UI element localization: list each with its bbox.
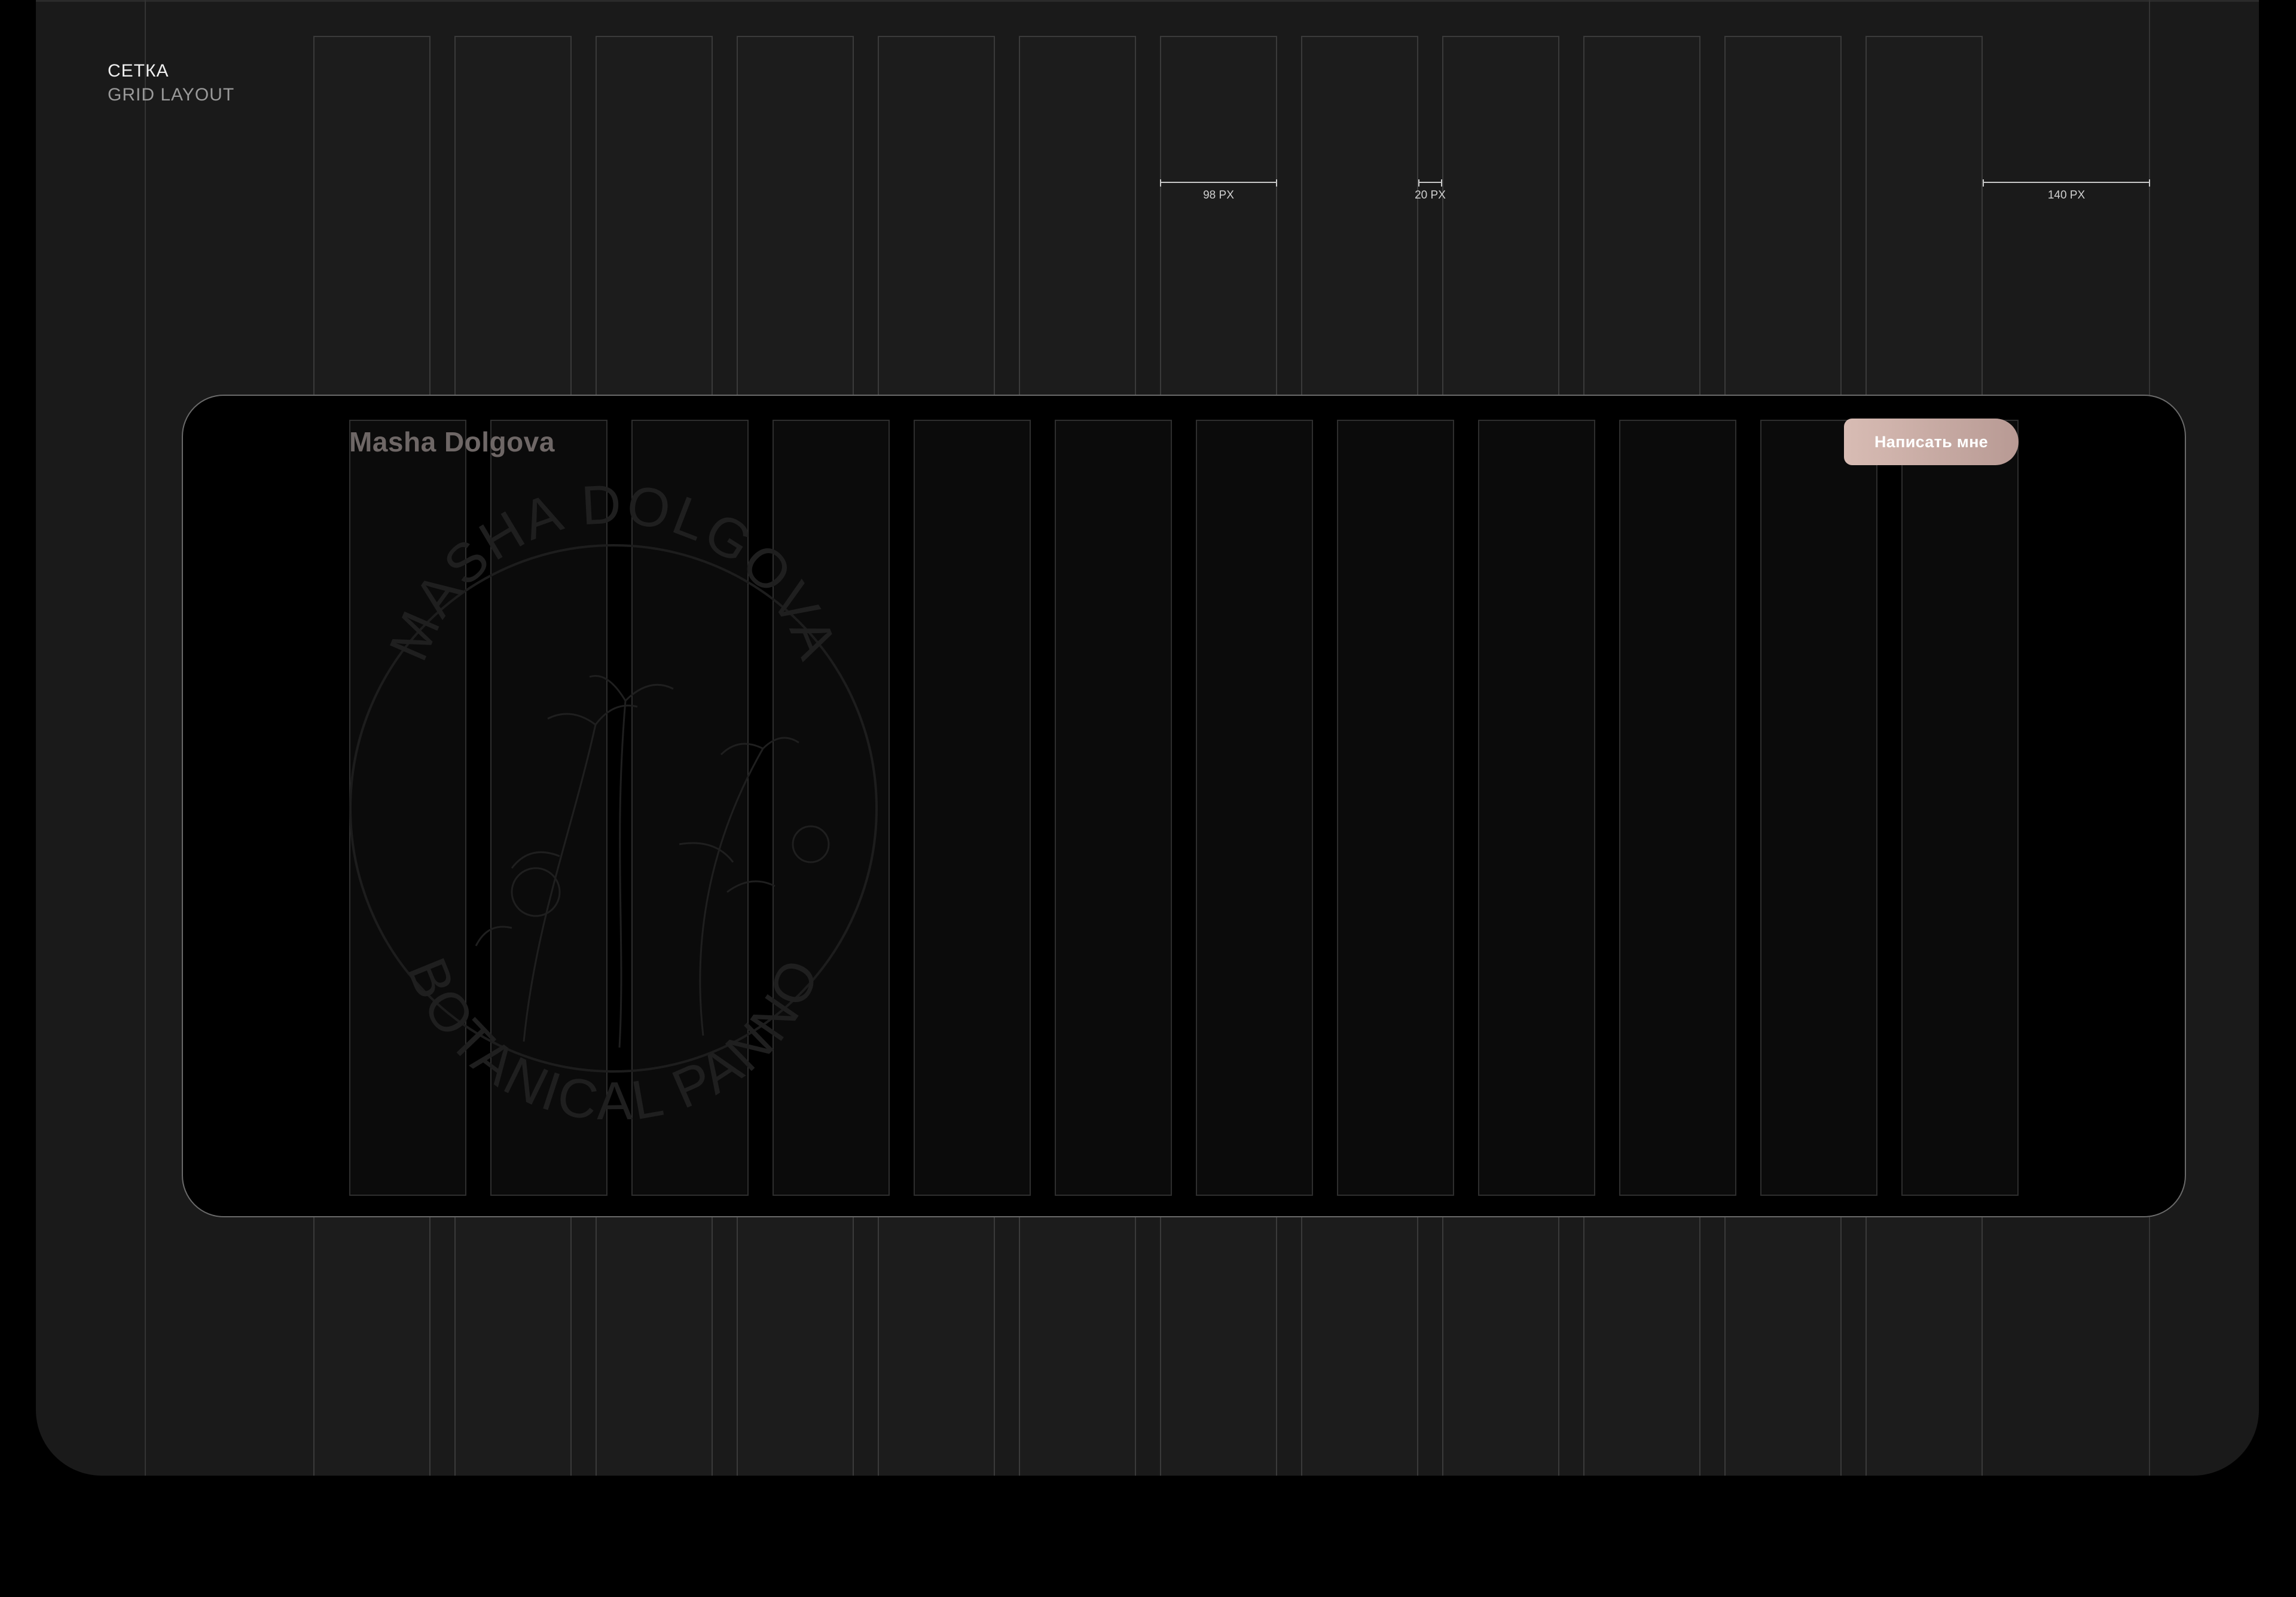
contact-me-button[interactable]: Написать мне bbox=[1844, 419, 2019, 465]
website-mockup-frame: MASHA DOLGOVA BOTANICAL PANNO Masha Dolg… bbox=[182, 395, 2186, 1217]
svg-text:BOTANICAL PANNO: BOTANICAL PANNO bbox=[396, 949, 832, 1119]
margin-label: 140 PX bbox=[2047, 189, 2086, 201]
mockup-grid-column bbox=[1337, 420, 1454, 1196]
grid-board: СЕТКА GRID LAYOUT 98 PX 20 PX 140 PX MAS… bbox=[36, 0, 2259, 1476]
watermark-bottom-text: BOTANICAL PANNO bbox=[396, 949, 829, 1119]
watermark-top-text: MASHA DOLGOVA bbox=[378, 474, 847, 669]
mockup-grid-column bbox=[1196, 420, 1313, 1196]
mockup-grid-column bbox=[1478, 420, 1595, 1196]
page-title: СЕТКА bbox=[108, 61, 169, 81]
page-subtitle: GRID LAYOUT bbox=[108, 85, 235, 105]
mockup-grid-column bbox=[1055, 420, 1172, 1196]
column-width-label: 98 PX bbox=[1203, 189, 1234, 201]
board-top-edge bbox=[36, 0, 2259, 2]
svg-text:MASHA DOLGOVA: MASHA DOLGOVA bbox=[378, 474, 849, 669]
margin-marker: 140 PX bbox=[1983, 179, 2150, 201]
botanical-seal-icon: MASHA DOLGOVA BOTANICAL PANNO bbox=[349, 474, 878, 1119]
mockup-grid-column bbox=[914, 420, 1031, 1196]
gutter-label: 20 PX bbox=[1415, 189, 1446, 201]
left-margin-guide bbox=[145, 0, 146, 1476]
brand-logo[interactable]: Masha Dolgova bbox=[349, 426, 555, 458]
mockup-grid-column bbox=[1760, 420, 1877, 1196]
mockup-grid-column bbox=[1619, 420, 1736, 1196]
column-width-marker: 98 PX bbox=[1160, 179, 1277, 201]
gutter-marker: 20 PX bbox=[1415, 179, 1446, 201]
mockup-grid-column bbox=[1901, 420, 2019, 1196]
